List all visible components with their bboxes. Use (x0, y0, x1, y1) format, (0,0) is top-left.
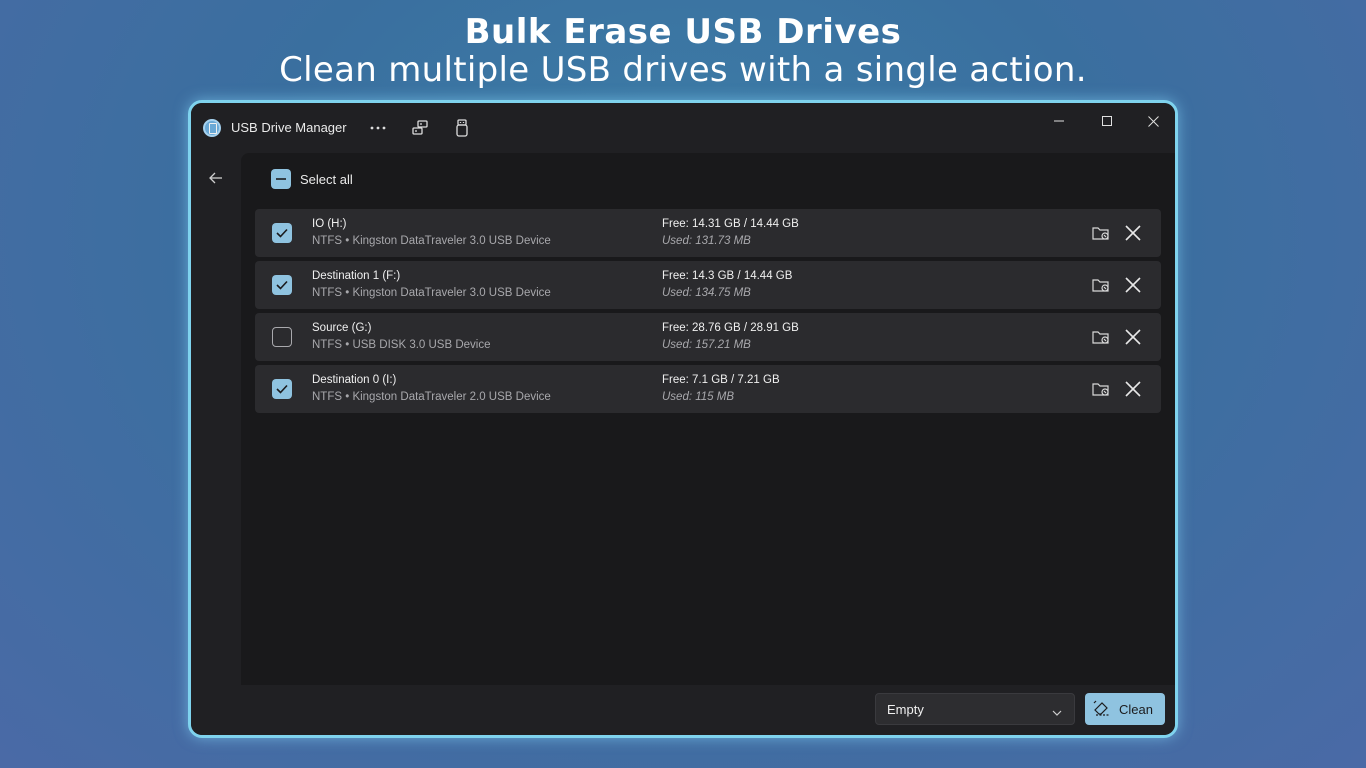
clean-button-label: Clean (1119, 701, 1153, 717)
remove-drive-icon[interactable] (1121, 325, 1145, 349)
drive-row[interactable]: IO (H:) NTFS • Kingston DataTraveler 3.0… (255, 209, 1161, 257)
drive-description: NTFS • Kingston DataTraveler 2.0 USB Dev… (312, 391, 551, 403)
drive-name: Source (G:) (312, 322, 372, 334)
hero-subtitle: Clean multiple USB drives with a single … (279, 50, 1087, 90)
drive-checkbox[interactable] (272, 275, 292, 295)
main-content: Select all IO (H:) NTFS • Kingston DataT… (241, 153, 1175, 685)
minimize-icon[interactable] (1039, 111, 1079, 131)
chevron-down-icon (1052, 704, 1062, 719)
drive-row[interactable]: Source (G:) NTFS • USB DISK 3.0 USB Devi… (255, 313, 1161, 361)
close-icon[interactable] (1133, 111, 1173, 131)
usb-app-icon (203, 119, 221, 137)
sidebar (191, 153, 241, 735)
select-all-checkbox[interactable] (271, 169, 291, 189)
drive-row[interactable]: Destination 0 (I:) NTFS • Kingston DataT… (255, 365, 1161, 413)
drives-icon[interactable] (407, 115, 433, 141)
back-arrow-icon[interactable] (205, 167, 227, 189)
action-bar: Empty Clean (241, 685, 1175, 735)
drive-checkbox[interactable] (272, 379, 292, 399)
drive-checkbox[interactable] (272, 223, 292, 243)
title-bar: USB Drive Manager (191, 103, 1175, 153)
drive-free-space: Free: 14.31 GB / 14.44 GB (662, 218, 799, 230)
hero-title: Bulk Erase USB Drives (464, 12, 902, 52)
open-folder-icon[interactable] (1089, 325, 1113, 349)
drive-free-space: Free: 28.76 GB / 28.91 GB (662, 322, 799, 334)
drive-used-space: Used: 115 MB (662, 391, 735, 403)
app-window: USB Drive Manager Select all IO (H:) NTF… (188, 100, 1178, 738)
more-icon[interactable] (365, 115, 391, 141)
select-all[interactable]: Select all (271, 169, 353, 189)
drive-used-space: Used: 131.73 MB (662, 235, 751, 247)
drive-list: IO (H:) NTFS • Kingston DataTraveler 3.0… (255, 209, 1161, 417)
drive-description: NTFS • Kingston DataTraveler 3.0 USB Dev… (312, 235, 551, 247)
drive-free-space: Free: 7.1 GB / 7.21 GB (662, 374, 780, 386)
drive-description: NTFS • Kingston DataTraveler 3.0 USB Dev… (312, 287, 551, 299)
remove-drive-icon[interactable] (1121, 377, 1145, 401)
remove-drive-icon[interactable] (1121, 273, 1145, 297)
open-folder-icon[interactable] (1089, 221, 1113, 245)
remove-drive-icon[interactable] (1121, 221, 1145, 245)
clean-mode-dropdown[interactable]: Empty (875, 693, 1075, 725)
drive-name: Destination 0 (I:) (312, 374, 397, 386)
clean-mode-value: Empty (887, 701, 924, 717)
drive-free-space: Free: 14.3 GB / 14.44 GB (662, 270, 793, 282)
drive-used-space: Used: 134.75 MB (662, 287, 751, 299)
drive-row[interactable]: Destination 1 (F:) NTFS • Kingston DataT… (255, 261, 1161, 309)
drive-name: Destination 1 (F:) (312, 270, 401, 282)
clean-button[interactable]: Clean (1085, 693, 1165, 725)
drive-checkbox[interactable] (272, 327, 292, 347)
eraser-icon (1093, 700, 1111, 719)
eject-icon[interactable] (449, 115, 475, 141)
maximize-icon[interactable] (1087, 111, 1127, 131)
open-folder-icon[interactable] (1089, 377, 1113, 401)
window-title: USB Drive Manager (231, 120, 347, 135)
drive-used-space: Used: 157.21 MB (662, 339, 751, 351)
open-folder-icon[interactable] (1089, 273, 1113, 297)
drive-description: NTFS • USB DISK 3.0 USB Device (312, 339, 491, 351)
select-all-label: Select all (300, 171, 353, 187)
drive-name: IO (H:) (312, 218, 347, 230)
